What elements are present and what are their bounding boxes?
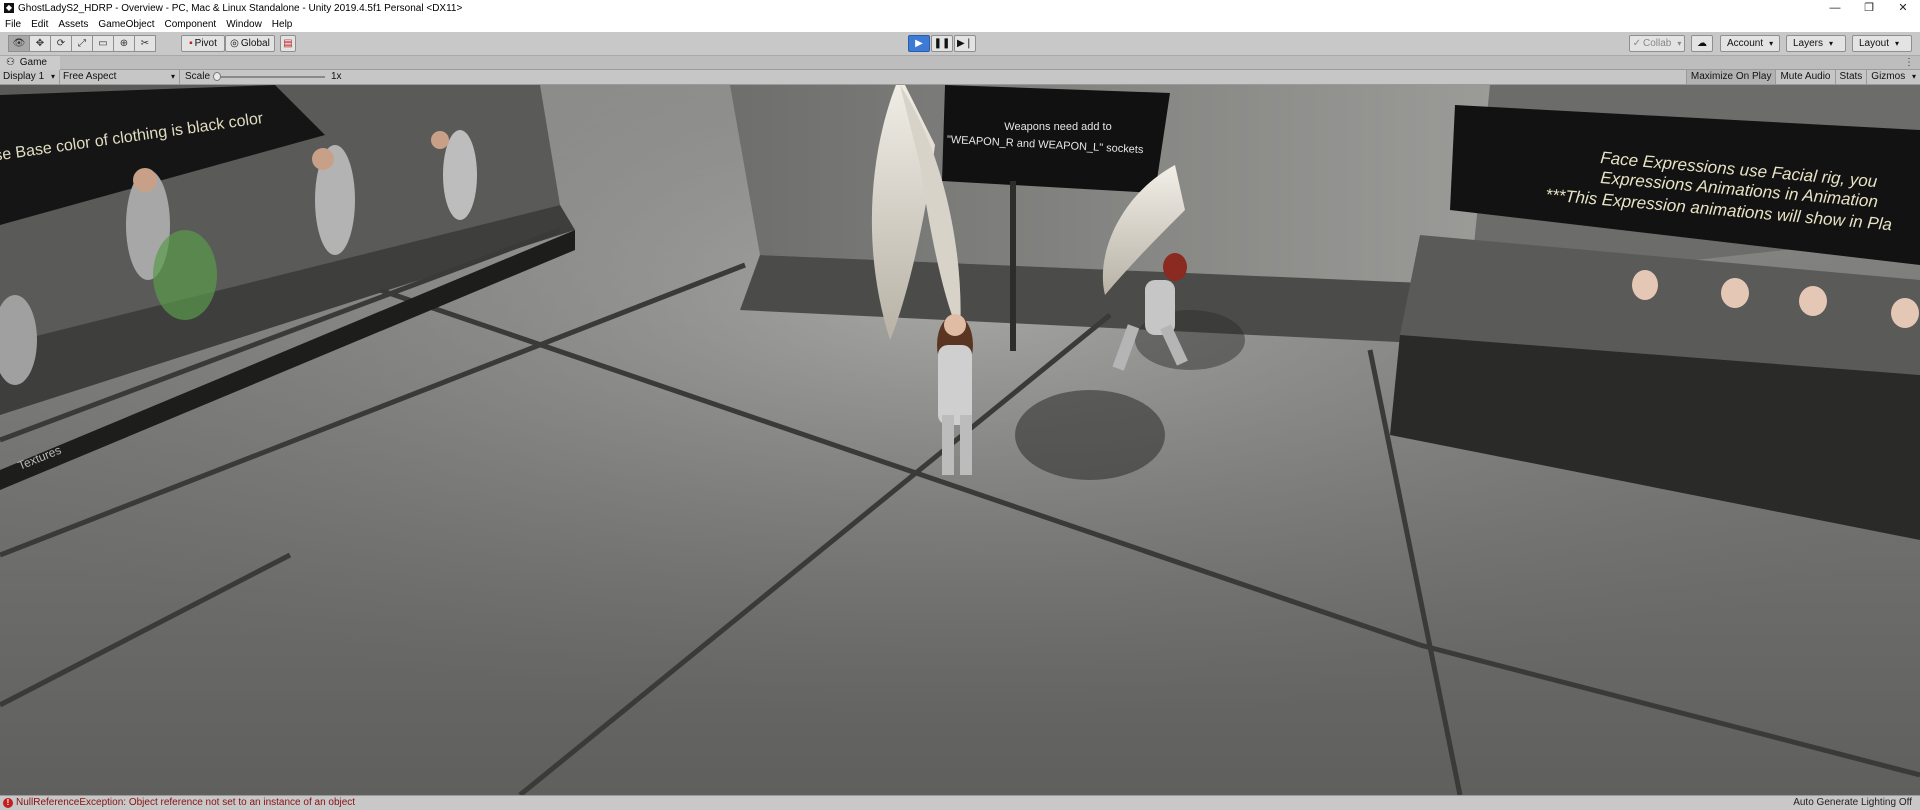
face-head-4 <box>1891 298 1919 328</box>
pause-icon: ❚❚ <box>933 38 951 49</box>
move-tool-button[interactable]: ✥ <box>29 35 51 52</box>
console-error-message[interactable]: NullReferenceException: Object reference… <box>16 796 355 810</box>
transform-icon: ⊕ <box>119 38 129 49</box>
scale-tool-button[interactable]: ⤢ <box>71 35 93 52</box>
transform-tools: 👁 ✥ ⟳ ⤢ ▭ ⊕ ✂ <box>8 35 156 52</box>
tab-game-label: Game <box>19 57 47 68</box>
minimize-button[interactable]: — <box>1818 0 1852 16</box>
custom-tools-icon: ✂ <box>140 38 150 49</box>
mute-audio-toggle[interactable]: Mute Audio <box>1775 70 1834 84</box>
maximize-on-play-toggle[interactable]: Maximize On Play <box>1685 70 1776 84</box>
game-controller-icon: ⚇ <box>6 57 15 68</box>
hand-tool-button[interactable]: 👁 <box>8 35 30 52</box>
scene-render: se Base color of clothing is black color… <box>0 85 1920 795</box>
menu-bar: File Edit Assets GameObject Component Wi… <box>0 16 1920 32</box>
global-label: Global <box>240 38 270 49</box>
display-label: Display 1 <box>3 71 45 82</box>
main-toolbar: 👁 ✥ ⟳ ⤢ ▭ ⊕ ✂ ▪ Pivot ◎ Global ▤ ▶ ❚❚ ▶❘… <box>0 32 1920 56</box>
character-shadow <box>1015 390 1165 480</box>
rotate-icon: ⟳ <box>56 38 66 49</box>
sign-post <box>1010 181 1016 351</box>
game-tab-bar: ⚇ Game ⋮ <box>0 56 1920 70</box>
chevron-down-icon: ▾ <box>1677 39 1682 48</box>
menu-gameobject[interactable]: GameObject <box>93 19 159 30</box>
menu-file[interactable]: File <box>0 19 26 30</box>
rotate-tool-button[interactable]: ⟳ <box>50 35 72 52</box>
pivot-icon: ▪ <box>189 38 193 49</box>
layers-dropdown[interactable]: Layers ▾ <box>1786 35 1846 52</box>
maximize-button[interactable]: ❐ <box>1852 0 1886 16</box>
menu-edit[interactable]: Edit <box>26 19 53 30</box>
menu-help[interactable]: Help <box>267 19 298 30</box>
pivot-label: Pivot <box>194 38 217 49</box>
custom-tool-button[interactable]: ✂ <box>134 35 156 52</box>
lighting-status[interactable]: Auto Generate Lighting Off <box>1793 796 1912 810</box>
unity-logo-icon: ◆ <box>4 3 14 13</box>
scale-icon: ⤢ <box>78 38 86 49</box>
window-controls: — ❐ ✕ <box>1818 0 1920 16</box>
error-icon: ! <box>3 798 13 808</box>
menu-window[interactable]: Window <box>221 19 267 30</box>
grid-snap-icon: ▤ <box>283 38 293 49</box>
account-label: Account <box>1727 38 1764 49</box>
window-title: GhostLadyS2_HDRP - Overview - PC, Mac & … <box>18 2 463 14</box>
chevron-down-icon: ▾ <box>170 72 175 81</box>
chevron-down-icon: ▾ <box>1911 72 1916 81</box>
pivot-toggle[interactable]: ▪ Pivot <box>181 35 225 52</box>
layers-label: Layers <box>1793 38 1824 49</box>
window-titlebar: ◆ GhostLadyS2_HDRP - Overview - PC, Mac … <box>0 0 1920 16</box>
menu-component[interactable]: Component <box>160 19 222 30</box>
rect-icon: ▭ <box>98 38 108 49</box>
scale-label: Scale <box>185 71 211 82</box>
gizmos-label: Gizmos <box>1871 71 1906 82</box>
gizmos-toggle[interactable]: Gizmos ▾ <box>1866 70 1920 84</box>
scale-slider-track[interactable] <box>215 76 325 78</box>
status-bar: ! NullReferenceException: Object referen… <box>0 795 1920 810</box>
chevron-down-icon: ▾ <box>1769 39 1774 48</box>
step-icon: ▶❘ <box>956 38 974 49</box>
cloud-icon: ☁ <box>1697 38 1707 49</box>
play-icon: ▶ <box>915 38 923 49</box>
account-dropdown[interactable]: Account ▾ <box>1720 35 1780 52</box>
face-head-3 <box>1799 286 1827 316</box>
chevron-down-icon: ▾ <box>1895 39 1900 48</box>
move-icon: ✥ <box>35 38 45 49</box>
chevron-down-icon: ▾ <box>1829 39 1834 48</box>
global-toggle[interactable]: ◎ Global <box>225 35 275 52</box>
game-view-toolbar: Display 1 ▾ Free Aspect ▾ Scale 1x Maxim… <box>0 70 1920 85</box>
close-button[interactable]: ✕ <box>1886 0 1920 16</box>
menu-assets[interactable]: Assets <box>53 19 93 30</box>
cloud-button[interactable]: ☁ <box>1691 35 1713 52</box>
rect-tool-button[interactable]: ▭ <box>92 35 114 52</box>
play-button[interactable]: ▶ <box>908 35 930 52</box>
face-head-1 <box>1632 270 1658 300</box>
scale-slider-thumb[interactable] <box>213 72 221 81</box>
aspect-label: Free Aspect <box>63 71 117 82</box>
layout-dropdown[interactable]: Layout ▾ <box>1852 35 1912 52</box>
face-head-2 <box>1721 278 1749 308</box>
tab-options-icon[interactable]: ⋮ <box>1904 56 1914 70</box>
collab-label: Collab <box>1643 38 1672 49</box>
center-sign-line1: Weapons need add to <box>1004 121 1111 133</box>
layout-label: Layout <box>1859 38 1890 49</box>
tab-game[interactable]: ⚇ Game <box>0 56 60 70</box>
game-view-options: Maximize On Play Mute Audio Stats Gizmos… <box>1685 70 1920 84</box>
check-icon: ✓ <box>1632 38 1641 49</box>
game-viewport[interactable]: se Base color of clothing is black color… <box>0 85 1920 795</box>
globe-icon: ◎ <box>230 38 239 49</box>
scale-value: 1x <box>331 71 342 82</box>
step-button[interactable]: ▶❘ <box>954 35 976 52</box>
display-dropdown[interactable]: Display 1 ▾ <box>3 70 60 84</box>
stats-toggle[interactable]: Stats <box>1834 70 1867 84</box>
chevron-down-icon: ▾ <box>50 72 55 81</box>
pause-button[interactable]: ❚❚ <box>931 35 953 52</box>
collab-dropdown[interactable]: ✓ Collab ▾ <box>1629 35 1685 52</box>
eye-icon: 👁 <box>12 38 26 49</box>
aspect-dropdown[interactable]: Free Aspect ▾ <box>63 70 180 84</box>
grid-snap-button[interactable]: ▤ <box>280 35 296 52</box>
transform-tool-button[interactable]: ⊕ <box>113 35 135 52</box>
